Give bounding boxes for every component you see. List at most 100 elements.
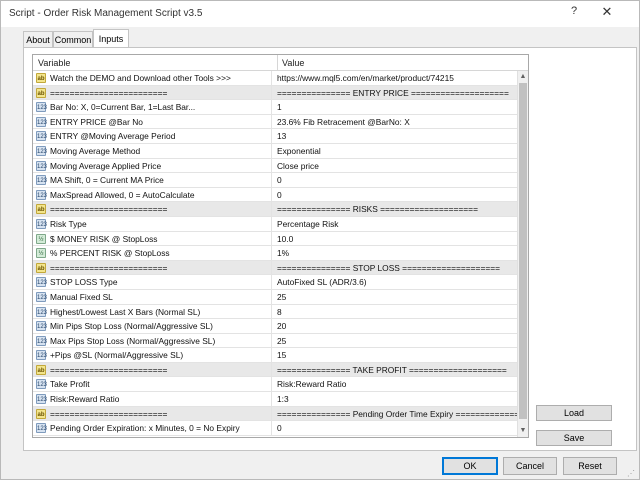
reset-button[interactable]: Reset — [563, 457, 617, 475]
input-row[interactable]: ab Watch the DEMO and Download other Tool… — [33, 71, 517, 86]
row-value[interactable]: =============== ENTRY PRICE ============… — [277, 88, 509, 98]
tab-about[interactable]: About — [23, 31, 53, 48]
string-type-icon: ab — [36, 364, 46, 375]
grid-rows: ab Watch the DEMO and Download other Tool… — [33, 71, 528, 436]
row-variable: Manual Fixed SL — [50, 291, 113, 302]
input-row[interactable]: 123 +Pips @SL (Normal/Aggressive SL) 15 — [33, 348, 517, 363]
row-value[interactable]: 20 — [277, 321, 286, 331]
separator-row[interactable]: ab ======================== ==============… — [33, 260, 517, 276]
help-button[interactable]: ? — [567, 5, 581, 21]
row-value[interactable]: 0 — [277, 423, 282, 433]
row-value[interactable]: AutoFixed SL (ADR/3.6) — [277, 277, 367, 287]
string-type-icon: ab — [36, 87, 46, 98]
row-value[interactable]: 10.0 — [277, 234, 293, 244]
string-type-icon: ab — [36, 73, 46, 83]
input-row[interactable]: 123 Moving Average Method Exponential — [33, 143, 517, 159]
integer-type-icon: 123 — [36, 102, 47, 113]
row-value[interactable]: 25 — [277, 336, 286, 346]
row-variable: Take Profit — [50, 379, 90, 390]
row-variable: Bar No: X, 0=Current Bar, 1=Last Bar... — [50, 102, 196, 113]
row-value[interactable]: 0 — [277, 190, 282, 200]
input-row[interactable]: 123 MaxSpread Allowed, 0 = AutoCalculate 0 — [33, 187, 517, 203]
input-row[interactable]: 123 Min Pips Stop Loss (Normal/Aggressive… — [33, 319, 517, 334]
row-value[interactable]: 0 — [277, 175, 282, 185]
row-variable: MA Shift, 0 = Current MA Price — [50, 175, 164, 186]
input-row[interactable]: 123 Risk:Reward Ratio 1:3 — [33, 392, 517, 407]
input-row[interactable]: 123 Bar No: X, 0=Current Bar, 1=Last Bar.… — [33, 100, 517, 115]
input-row[interactable]: 123 STOP LOSS Type AutoFixed SL (ADR/3.6) — [33, 275, 517, 290]
separator-row[interactable]: ab ======================== ==============… — [33, 85, 517, 101]
input-row[interactable]: 123 Moving Average Applied Price Close pri… — [33, 158, 517, 174]
input-row[interactable]: 123 MA Shift, 0 = Current MA Price 0 — [33, 173, 517, 188]
column-divider — [271, 304, 272, 320]
row-value[interactable]: https://www.mql5.com/en/market/product/7… — [277, 73, 454, 83]
row-value[interactable]: 1% — [277, 248, 289, 258]
input-row[interactable]: 123 ENTRY @Moving Average Period 13 — [33, 129, 517, 144]
load-button[interactable]: Load — [536, 405, 612, 421]
column-divider — [271, 143, 272, 159]
scroll-down-icon[interactable]: ▼ — [518, 426, 528, 436]
column-divider — [271, 173, 272, 188]
row-value[interactable]: 15 — [277, 350, 286, 360]
column-divider — [271, 362, 272, 378]
inputs-panel: Variable Value ab Watch the DEMO and Down… — [23, 47, 637, 451]
header-divider[interactable] — [277, 55, 278, 71]
input-row[interactable]: 123 Take Profit Risk:Reward Ratio — [33, 377, 517, 393]
input-row[interactable]: 123 ENTRY PRICE @Bar No 23.6% Fib Retracem… — [33, 114, 517, 130]
header-value[interactable]: Value — [282, 58, 304, 68]
row-value[interactable]: =============== STOP LOSS ==============… — [277, 263, 500, 273]
integer-type-icon: 123 — [36, 379, 47, 390]
scroll-thumb[interactable] — [519, 83, 527, 419]
cancel-button[interactable]: Cancel — [503, 457, 557, 475]
input-row[interactable]: 123 Risk Type Percentage Risk — [33, 216, 517, 232]
row-value[interactable]: 8 — [277, 307, 282, 317]
input-row[interactable]: 123 Max Pips Stop Loss (Normal/Aggressive… — [33, 333, 517, 349]
column-divider — [271, 129, 272, 144]
input-row[interactable]: 123 Highest/Lowest Last X Bars (Normal SL… — [33, 304, 517, 320]
row-value[interactable]: 13 — [277, 131, 286, 141]
tab-inputs[interactable]: Inputs — [93, 29, 129, 48]
integer-type-icon: 123 — [36, 394, 47, 405]
separator-row[interactable]: ab ======================== ==============… — [33, 362, 517, 378]
title-bar: Script - Order Risk Management Script v3… — [1, 1, 639, 27]
row-value[interactable]: =============== Pending Order Time Expir… — [277, 409, 528, 419]
input-row[interactable]: ½ % PERCENT RISK @ StopLoss 1% — [33, 246, 517, 261]
integer-type-icon: 123 — [36, 321, 47, 332]
header-variable[interactable]: Variable — [38, 58, 70, 68]
input-row[interactable]: 123 Manual Fixed SL 25 — [33, 289, 517, 305]
row-value[interactable]: =============== RISKS ==================… — [277, 204, 478, 214]
column-divider — [271, 333, 272, 349]
tab-common[interactable]: Common — [53, 31, 93, 48]
row-value[interactable]: Exponential — [277, 146, 321, 156]
row-value[interactable]: 1:3 — [277, 394, 289, 404]
separator-row[interactable]: ab ======================== ==============… — [33, 202, 517, 217]
row-value[interactable]: Risk:Reward Ratio — [277, 379, 346, 389]
vertical-scrollbar[interactable]: ▲ ▼ — [517, 71, 528, 437]
column-divider — [271, 319, 272, 334]
input-row[interactable]: 123 Pending Order Expiration: x Minutes, … — [33, 421, 517, 436]
row-value[interactable]: Close price — [277, 161, 319, 171]
column-divider — [271, 100, 272, 115]
grid-header: Variable Value — [33, 55, 528, 71]
row-value[interactable]: 25 — [277, 292, 286, 302]
column-divider — [271, 392, 272, 407]
row-variable: ======================== — [50, 204, 168, 215]
integer-type-icon: 123 — [36, 175, 47, 186]
scroll-up-icon[interactable]: ▲ — [518, 72, 528, 82]
row-variable: $ MONEY RISK @ StopLoss — [50, 233, 158, 244]
row-value[interactable]: =============== TAKE PROFIT ============… — [277, 365, 507, 375]
row-value[interactable]: Percentage Risk — [277, 219, 338, 229]
column-divider — [271, 289, 272, 305]
column-divider — [271, 202, 272, 217]
resize-grip-icon[interactable]: ⋰ — [627, 469, 637, 479]
separator-row[interactable]: ab ======================== ==============… — [33, 406, 528, 422]
close-button[interactable]: ✕ — [599, 4, 615, 20]
column-divider — [271, 231, 272, 247]
row-value[interactable]: 23.6% Fib Retracement @BarNo: X — [277, 117, 410, 127]
save-button[interactable]: Save — [536, 430, 612, 446]
input-row[interactable]: ½ $ MONEY RISK @ StopLoss 10.0 — [33, 231, 517, 247]
integer-type-icon: 123 — [36, 277, 47, 288]
ok-button[interactable]: OK — [442, 457, 498, 475]
column-divider — [271, 377, 272, 393]
row-value[interactable]: 1 — [277, 102, 282, 112]
